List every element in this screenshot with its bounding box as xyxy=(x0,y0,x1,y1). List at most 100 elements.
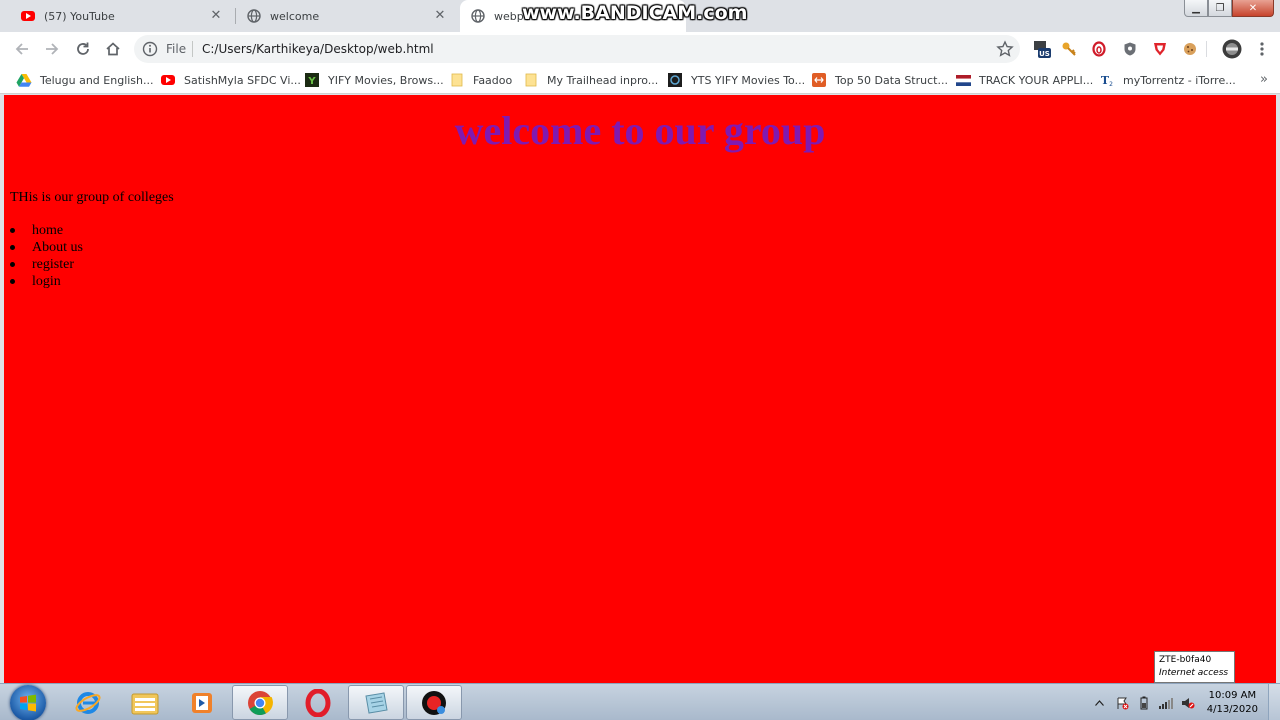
profile-avatar[interactable] xyxy=(1222,39,1242,59)
taskbar-media-player[interactable] xyxy=(174,685,230,720)
tab-youtube[interactable]: (57) YouTube ✕ xyxy=(0,0,234,32)
bookmark-label: YIFY Movies, Brows... xyxy=(328,73,444,87)
taskbar-bandicam[interactable] xyxy=(406,685,462,720)
taskbar-explorer[interactable] xyxy=(117,685,173,720)
opera-icon xyxy=(305,688,331,717)
ie-icon xyxy=(75,691,101,714)
page-paragraph: THis is our group of colleges xyxy=(10,190,174,205)
bookmark-item[interactable]: My Trailhead inpro... xyxy=(523,71,658,89)
back-button[interactable] xyxy=(10,37,34,61)
system-tray: 10:09 AM 4/13/2020 xyxy=(1089,684,1280,720)
bookmark-label: Faadoo xyxy=(473,73,513,87)
page-heading: welcome to our group xyxy=(454,108,826,153)
bookmark-item[interactable]: TRACK YOUR APPLI... xyxy=(955,71,1093,89)
geeks-icon xyxy=(811,72,827,88)
taskbar-notepad[interactable] xyxy=(348,685,404,720)
folder-icon xyxy=(449,72,465,88)
bookmark-item[interactable]: Top 50 Data Struct... xyxy=(811,71,948,89)
bandicam-icon xyxy=(422,690,446,715)
nav-item-register: register xyxy=(10,256,83,273)
youtube-icon xyxy=(160,72,176,88)
bookmark-label: SatishMyla SFDC Vi... xyxy=(184,73,301,87)
cookie-icon[interactable] xyxy=(1180,39,1200,59)
tab-welcome[interactable]: welcome ✕ xyxy=(236,0,458,32)
taskbar-chrome[interactable] xyxy=(232,685,288,720)
taskbar-opera[interactable] xyxy=(290,685,346,720)
flag-icon xyxy=(955,72,971,88)
notepad-icon xyxy=(365,691,388,714)
close-tab-icon[interactable]: ✕ xyxy=(208,8,224,24)
home-icon xyxy=(106,42,120,56)
page-viewport: welcome to our group THis is our group o… xyxy=(4,95,1276,683)
bookmarks-bar: Telugu and English... SatishMyla SFDC Vi… xyxy=(0,66,1280,94)
nav-list: home About us register login xyxy=(10,222,83,290)
shield-icon[interactable] xyxy=(1120,39,1140,59)
battery-icon[interactable] xyxy=(1137,696,1151,710)
bookmark-item[interactable]: Y YIFY Movies, Brows... xyxy=(304,71,444,89)
svg-text:US: US xyxy=(1039,50,1050,58)
bookmark-label: My Trailhead inpro... xyxy=(547,73,659,87)
torrent-icon: T2 xyxy=(1099,72,1115,88)
chrome-icon xyxy=(248,690,273,715)
back-arrow-icon xyxy=(15,43,28,55)
info-icon[interactable] xyxy=(142,41,158,57)
close-window-button[interactable]: ✕ xyxy=(1232,0,1274,17)
key-icon[interactable] xyxy=(1059,39,1079,59)
nav-item-home: home xyxy=(10,222,83,239)
address-bar[interactable]: File C:/Users/Karthikeya/Desktop/web.htm… xyxy=(134,35,1020,63)
bookmark-item[interactable]: Telugu and English... xyxy=(16,71,154,89)
restore-button[interactable]: ❐ xyxy=(1208,0,1232,17)
network-tooltip: ZTE-b0fa40 Internet access xyxy=(1154,651,1235,683)
system-clock[interactable]: 10:09 AM 4/13/2020 xyxy=(1207,689,1258,717)
google-drive-icon xyxy=(16,72,32,88)
close-tab-icon[interactable]: ✕ xyxy=(432,8,448,24)
bookmark-item[interactable]: T2 myTorrentz - iTorre... xyxy=(1099,71,1236,89)
bookmark-label: TRACK YOUR APPLI... xyxy=(979,73,1094,87)
youtube-icon xyxy=(20,8,36,24)
explorer-icon xyxy=(131,693,159,714)
forward-arrow-icon xyxy=(46,43,59,55)
action-center-flag-icon[interactable] xyxy=(1115,696,1129,710)
bookmark-label: Telugu and English... xyxy=(40,73,154,87)
network-signal-icon[interactable] xyxy=(1158,696,1173,710)
url-text[interactable]: C:/Users/Karthikeya/Desktop/web.html xyxy=(202,42,434,56)
brave-shield-icon[interactable] xyxy=(1150,39,1170,59)
minimize-button[interactable]: ▁ xyxy=(1184,0,1208,17)
scheme-label: File xyxy=(166,42,187,56)
bookmark-item[interactable]: Faadoo xyxy=(449,71,512,89)
volume-muted-icon[interactable] xyxy=(1181,696,1195,710)
us-flag-icon[interactable]: US xyxy=(1032,39,1052,59)
forward-button[interactable] xyxy=(40,37,64,61)
nav-item-about-us: About us xyxy=(10,239,83,256)
opera-icon[interactable] xyxy=(1089,39,1109,59)
reload-button[interactable] xyxy=(71,37,95,61)
nav-item-login: login xyxy=(10,273,83,290)
tooltip-network-status: Internet access xyxy=(1159,668,1229,678)
show-hidden-icons-icon[interactable] xyxy=(1093,696,1107,710)
bookmark-label: myTorrentz - iTorre... xyxy=(1123,73,1236,87)
yts-icon xyxy=(667,72,683,88)
bookmark-label: YTS YIFY Movies To... xyxy=(691,73,806,87)
clock-date: 4/13/2020 xyxy=(1206,703,1258,715)
bandicam-watermark: www.BANDICAM.com xyxy=(522,2,748,24)
windows-logo-icon xyxy=(20,694,36,712)
menu-kebab-icon[interactable] xyxy=(1252,39,1272,59)
bookmark-star-icon[interactable] xyxy=(996,40,1014,58)
bookmark-item[interactable]: YTS YIFY Movies To... xyxy=(667,71,805,89)
folder-icon xyxy=(523,72,539,88)
clock-time: 10:09 AM xyxy=(1208,689,1257,701)
omnibox-divider xyxy=(192,41,193,57)
show-desktop-button[interactable] xyxy=(1268,684,1280,720)
browser-toolbar: File C:/Users/Karthikeya/Desktop/web.htm… xyxy=(0,32,1280,66)
taskbar-ie[interactable] xyxy=(60,685,116,720)
globe-icon xyxy=(470,8,486,24)
bookmarks-overflow-icon[interactable]: » xyxy=(1260,72,1268,87)
start-button[interactable] xyxy=(10,685,46,720)
svg-text:2: 2 xyxy=(1109,81,1113,87)
window-controls: ▁ ❐ ✕ xyxy=(1184,0,1274,18)
media-player-icon xyxy=(192,692,212,713)
reload-icon xyxy=(77,42,89,55)
windows-taskbar: 10:09 AM 4/13/2020 xyxy=(0,683,1280,720)
home-button[interactable] xyxy=(101,37,125,61)
bookmark-item[interactable]: SatishMyla SFDC Vi... xyxy=(160,71,301,89)
